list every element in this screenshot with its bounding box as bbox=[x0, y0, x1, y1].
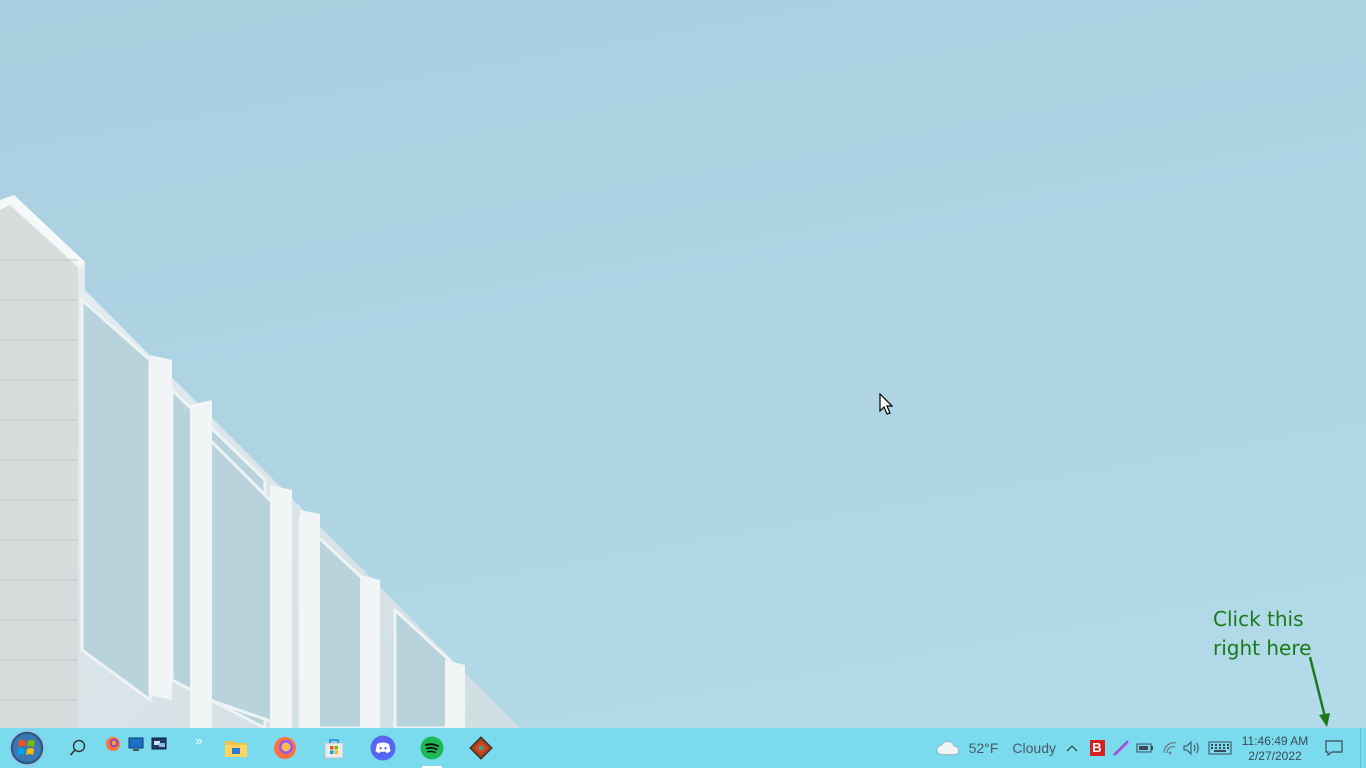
taskbar-app-diamond[interactable] bbox=[459, 728, 503, 768]
show-desktop-button[interactable] bbox=[1360, 728, 1363, 768]
quick-launch-window-switcher[interactable] bbox=[150, 734, 168, 754]
taskbar: » 52°F Cloudy B 11:46:49 AM 2/27/2022 bbox=[0, 728, 1366, 768]
taskbar-app-file-explorer[interactable] bbox=[214, 728, 258, 768]
annotation-text: Click this right here bbox=[1213, 607, 1312, 660]
wifi-icon bbox=[1163, 742, 1177, 755]
pen-icon bbox=[1113, 740, 1129, 756]
search-button[interactable] bbox=[60, 728, 96, 768]
annotation-arrow-icon bbox=[1308, 656, 1330, 727]
pdf-icon: B bbox=[1089, 740, 1105, 756]
taskbar-app-microsoft-store[interactable] bbox=[312, 728, 356, 768]
start-button[interactable] bbox=[0, 728, 54, 768]
firefox-icon bbox=[106, 737, 120, 751]
taskbar-app-discord[interactable] bbox=[361, 728, 405, 768]
microsoft-store-icon bbox=[324, 739, 344, 759]
diamond-app-icon bbox=[469, 736, 493, 760]
weather-temperature: 52°F bbox=[968, 740, 999, 756]
tray-pdf-app[interactable]: B bbox=[1085, 728, 1109, 768]
firefox-icon bbox=[274, 737, 296, 759]
show-hidden-icons-button[interactable] bbox=[1060, 728, 1084, 768]
tray-battery[interactable] bbox=[1133, 728, 1157, 768]
quick-launch-show-desktop[interactable] bbox=[127, 734, 145, 754]
clock-date: 2/27/2022 bbox=[1248, 748, 1302, 763]
desktop[interactable]: Click this right here bbox=[0, 0, 1366, 728]
cloud-icon bbox=[936, 740, 960, 756]
tray-touch-keyboard[interactable] bbox=[1206, 728, 1234, 768]
taskbar-app-spotify[interactable] bbox=[410, 728, 454, 768]
windows-start-orb-icon bbox=[9, 730, 45, 766]
chevron-up-icon bbox=[1066, 745, 1078, 752]
action-center-button[interactable] bbox=[1320, 728, 1348, 768]
notification-icon bbox=[1325, 740, 1343, 756]
window-icon bbox=[151, 737, 167, 750]
quick-launch-firefox[interactable] bbox=[104, 734, 122, 754]
desktop-icon bbox=[128, 737, 144, 751]
tray-volume[interactable] bbox=[1180, 728, 1204, 768]
mouse-cursor bbox=[879, 393, 893, 415]
taskbar-clock[interactable]: 11:46:49 AM 2/27/2022 bbox=[1236, 728, 1314, 768]
clock-time: 11:46:49 AM bbox=[1241, 733, 1309, 748]
battery-icon bbox=[1136, 743, 1153, 753]
discord-icon bbox=[370, 735, 396, 761]
file-explorer-icon bbox=[225, 741, 247, 757]
weather-condition: Cloudy bbox=[1012, 740, 1056, 756]
weather-widget[interactable]: 52°F Cloudy bbox=[936, 728, 1056, 768]
tray-wifi[interactable] bbox=[1158, 728, 1182, 768]
tray-pen-app[interactable] bbox=[1109, 728, 1133, 768]
spotify-icon bbox=[420, 736, 444, 760]
wallpaper-building bbox=[0, 195, 520, 728]
volume-icon bbox=[1183, 741, 1199, 755]
keyboard-icon bbox=[1208, 741, 1232, 755]
quick-launch-overflow-button[interactable]: » bbox=[190, 730, 208, 750]
taskbar-app-firefox[interactable] bbox=[263, 728, 307, 768]
search-icon bbox=[69, 739, 86, 756]
